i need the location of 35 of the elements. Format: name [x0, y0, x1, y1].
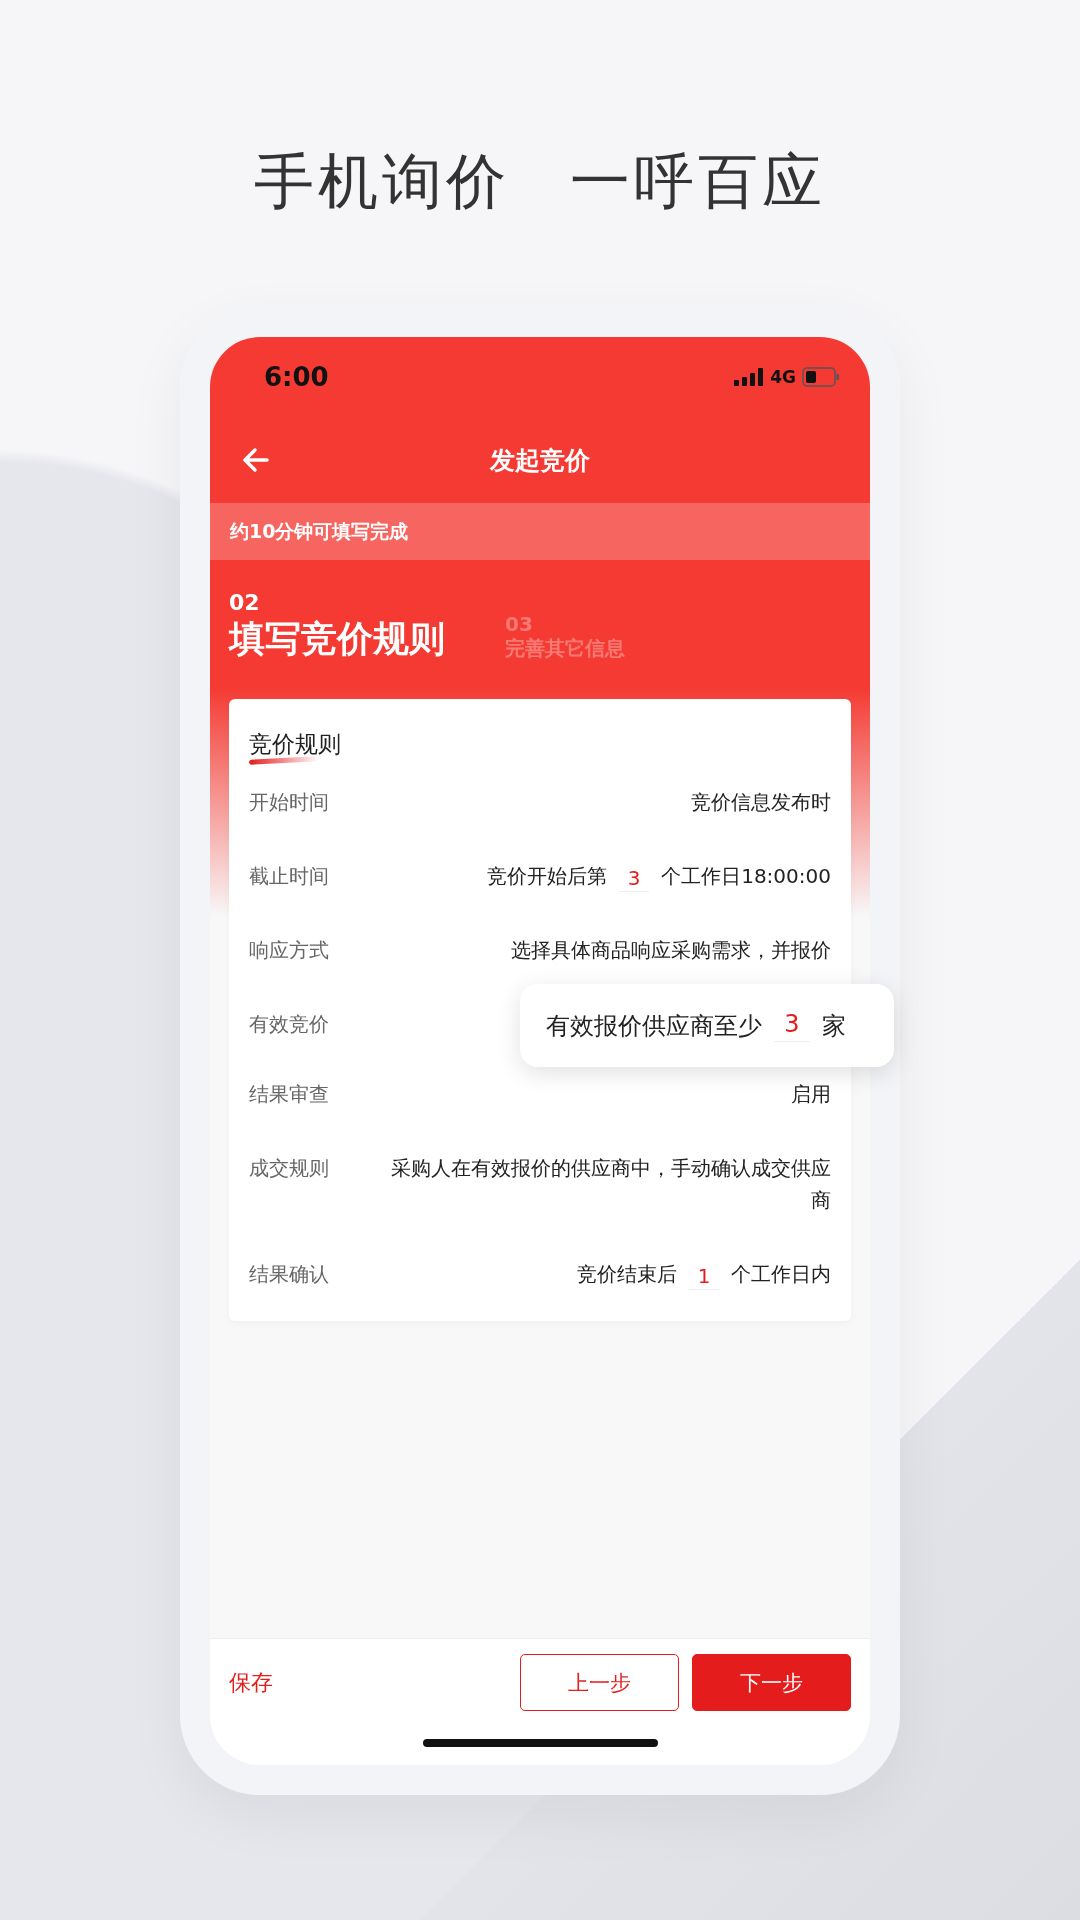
number-field[interactable]: 1 — [689, 1262, 719, 1290]
time-estimate-banner: 约10分钟可填写完成 — [210, 503, 870, 560]
network-label: 4G — [770, 367, 796, 387]
row-label: 结果审查 — [249, 1082, 329, 1106]
row-label: 开始时间 — [249, 790, 329, 814]
row-value: 个工作日内 — [731, 1261, 831, 1288]
row-value: 选择具体商品响应采购需求，并报价 — [511, 937, 831, 964]
popup-text: 有效报价供应商至少 — [546, 1010, 762, 1042]
number-field[interactable]: 3 — [774, 1009, 810, 1042]
number-field[interactable]: 3 — [619, 864, 650, 892]
save-link[interactable]: 保存 — [229, 1667, 507, 1698]
row-label: 响应方式 — [249, 938, 329, 962]
title-underline — [248, 756, 320, 765]
row-label: 截止时间 — [249, 864, 329, 888]
row-value: 采购人在有效报价的供应商中，手动确认成交供应商 — [390, 1155, 831, 1214]
battery-icon — [802, 367, 840, 387]
row-value: 竞价信息发布时 — [691, 789, 831, 816]
nav-title: 发起竞价 — [490, 444, 590, 477]
row-label: 成交规则 — [249, 1156, 329, 1180]
row-label: 有效竞价 — [249, 1012, 329, 1036]
previous-button[interactable]: 上一步 — [520, 1654, 679, 1711]
row-value: 个工作日18:00:00 — [661, 863, 831, 890]
signal-icon — [734, 368, 765, 386]
next-button[interactable]: 下一步 — [692, 1654, 851, 1711]
card-title: 竞价规则 — [249, 729, 341, 759]
back-icon[interactable] — [242, 446, 270, 474]
row-value: 启用 — [791, 1081, 831, 1108]
row-value: 竞价开始后第 — [487, 863, 608, 890]
step-item[interactable]: 02 填写竞价规则 — [229, 590, 445, 662]
row-label: 结果确认 — [249, 1262, 329, 1286]
row-value: 竞价结束后 — [577, 1261, 677, 1288]
headline: 手机询价 — [254, 145, 510, 217]
headline: 一呼百应 — [570, 145, 826, 217]
popup-text: 家 — [822, 1010, 846, 1042]
status-time: 6:00 — [264, 362, 329, 392]
